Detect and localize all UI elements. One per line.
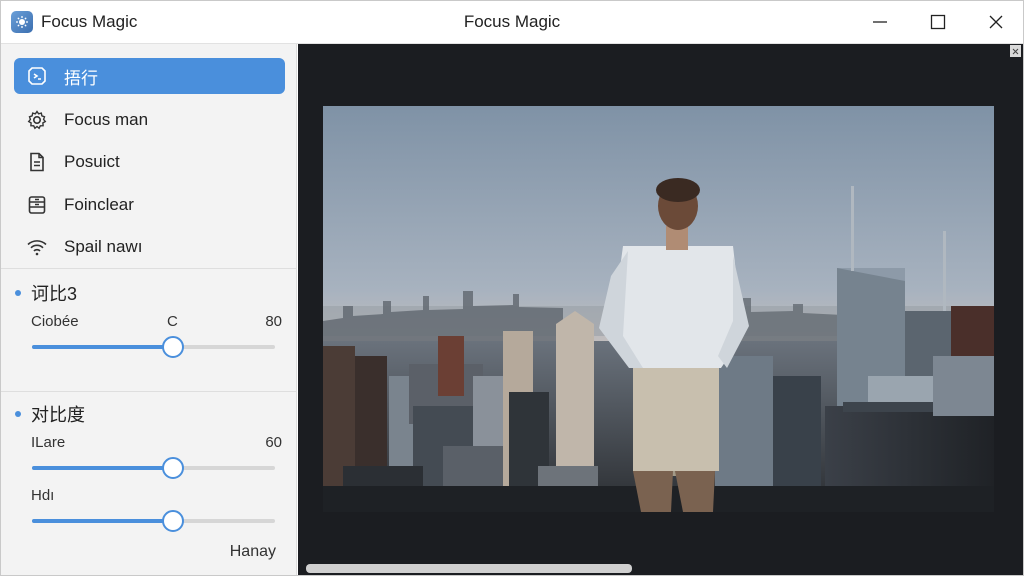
divider — [1, 391, 296, 392]
setting-value: 80 — [265, 313, 282, 330]
focus-magic-app-icon — [11, 11, 33, 33]
setting-label: ILare — [31, 434, 66, 451]
sidebar-item-label: 捂行 — [64, 68, 98, 88]
gear-icon — [25, 108, 49, 132]
close-button[interactable] — [968, 1, 1023, 43]
app-window: Focus Magic Focus Magic 捂行 Focus man Pos… — [0, 0, 1024, 576]
tools-icon — [25, 64, 49, 88]
section-title: 对比度 — [15, 401, 85, 427]
setting-label: Ciobée — [31, 313, 79, 330]
slider-thumb[interactable] — [161, 457, 184, 479]
man-on-rooftop-overlooking-city-photo — [323, 106, 994, 512]
section-title-text: 对比度 — [31, 405, 85, 425]
scroll-corner-button[interactable] — [1010, 45, 1021, 57]
footer-label: Hanay — [229, 543, 276, 560]
slider-thumb[interactable] — [161, 336, 184, 358]
slider-fill — [32, 466, 173, 470]
minimize-button[interactable] — [852, 1, 908, 43]
slider-thumb[interactable] — [161, 510, 184, 532]
minimize-icon — [873, 21, 887, 23]
sidebar-item-label: Spail nawı — [64, 237, 143, 256]
bullet-dot-icon — [15, 290, 21, 296]
setting-label: Hdı — [31, 487, 55, 504]
close-icon — [989, 15, 1003, 29]
setting-slider[interactable] — [32, 510, 275, 532]
sidebar-item-0[interactable]: 捂行 — [14, 58, 285, 94]
section-title-text: 诃比3 — [31, 284, 78, 304]
sidebar-item-3[interactable]: Foinclear — [14, 187, 285, 223]
sidebar-item-label: Focus man — [64, 110, 149, 129]
slider-fill — [32, 519, 173, 523]
setting-value: 60 — [265, 434, 282, 451]
wifi-icon — [25, 235, 49, 259]
divider — [1, 268, 296, 269]
sidebar-item-label: Foinclear — [64, 195, 134, 214]
sidebar-item-label: Posuict — [64, 152, 120, 171]
section-title: 诃比3 — [15, 280, 77, 306]
sidebar-item-1[interactable]: Focus man — [14, 102, 285, 138]
document-icon — [25, 150, 49, 174]
setting-slider[interactable] — [32, 457, 275, 479]
image-canvas[interactable] — [298, 44, 1023, 575]
horizontal-scrollbar[interactable] — [306, 564, 632, 573]
setting-slider[interactable] — [32, 336, 275, 358]
setting-mid-label: C — [167, 313, 178, 330]
maximize-button[interactable] — [910, 1, 966, 43]
app-title: Focus Magic — [41, 12, 138, 31]
sidebar: 捂行 Focus man Posuict Foinclear Spail naw — [1, 44, 297, 575]
slider-fill — [32, 345, 173, 349]
title-bar[interactable]: Focus Magic Focus Magic — [1, 1, 1023, 44]
bullet-dot-icon — [15, 411, 21, 417]
sidebar-item-4[interactable]: Spail nawı — [14, 229, 285, 265]
maximize-icon — [930, 14, 946, 30]
sidebar-item-2[interactable]: Posuict — [14, 144, 285, 180]
close-icon — [1012, 48, 1019, 54]
archive-icon — [25, 193, 49, 217]
